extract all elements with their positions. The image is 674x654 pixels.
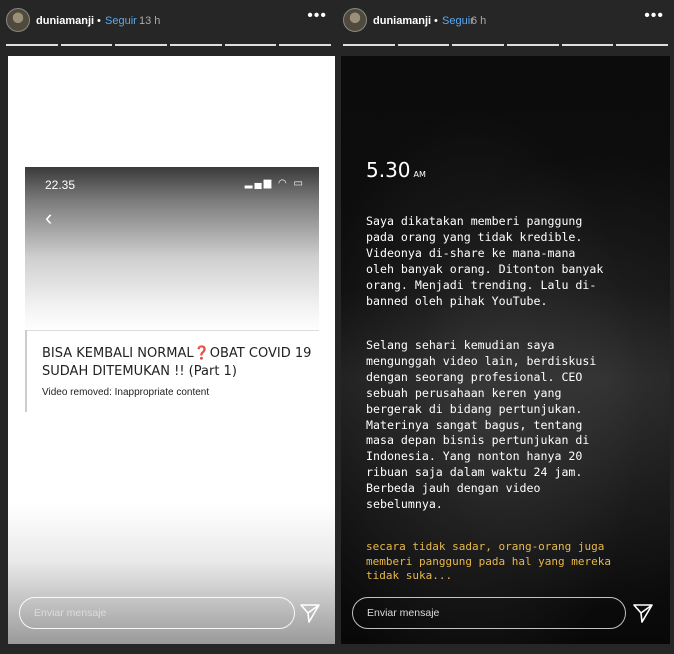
separator-dot: •: [97, 15, 101, 27]
story-panel-right[interactable]: duniamanji • Seguir 6 h ••• 5.30 AM Saya …: [339, 0, 672, 654]
follow-button[interactable]: Seguir: [105, 15, 137, 27]
video-status: Video removed: Inappropriate content: [42, 387, 210, 398]
paper-plane-send-icon[interactable]: [298, 601, 322, 625]
divider: [25, 330, 27, 412]
post-time: 13 h: [139, 15, 161, 27]
story-panel-left[interactable]: duniamanji • Seguir 13 h ••• 22.35 ▂▄▆ ◠…: [2, 0, 335, 654]
story-progress-bar: [343, 44, 669, 47]
time-sticker: 5.30 AM: [366, 158, 426, 182]
story-header: duniamanji • Seguir 13 h •••: [2, 0, 335, 46]
message-input[interactable]: [19, 597, 295, 629]
story-progress-bar: [6, 44, 332, 47]
chevron-left-icon: ‹: [45, 205, 53, 230]
message-input[interactable]: [352, 597, 626, 629]
post-time: 6 h: [471, 15, 487, 27]
more-options-icon[interactable]: •••: [644, 8, 664, 24]
story-content[interactable]: 22.35 ▂▄▆ ◠ ▭ ‹ BISA KEMBALI NORMAL❓OBAT…: [8, 56, 335, 644]
more-options-icon[interactable]: •••: [307, 8, 327, 24]
username[interactable]: duniamanji: [36, 15, 94, 27]
story-content[interactable]: 5.30 AM Saya dikatakan memberi panggung p…: [341, 56, 670, 644]
avatar[interactable]: [343, 8, 367, 32]
video-title: BISA KEMBALI NORMAL❓OBAT COVID 19 SUDAH …: [42, 346, 312, 379]
paper-plane-send-icon[interactable]: [631, 601, 655, 625]
phone-screenshot: 22.35 ▂▄▆ ◠ ▭ ‹ BISA KEMBALI NORMAL❓OBAT…: [25, 167, 319, 412]
phone-clock: 22.35: [45, 178, 76, 192]
username[interactable]: duniamanji: [373, 15, 431, 27]
time-sticker-suffix: AM: [413, 170, 426, 179]
story-header: duniamanji • Seguir 6 h •••: [339, 0, 672, 46]
follow-button[interactable]: Seguir: [442, 15, 474, 27]
story-caption-highlight: secara tidak sadar, orang-orang juga mem…: [366, 540, 612, 582]
separator-dot: •: [434, 15, 438, 27]
divider: [25, 330, 319, 331]
signal-wifi-battery-icons: ▂▄▆ ◠ ▭: [244, 178, 305, 189]
time-sticker-value: 5.30: [366, 158, 411, 182]
story-text-paragraph: Saya dikatakan memberi panggung pada ora…: [366, 214, 604, 308]
story-text-paragraph: Selang sehari kemudian saya mengunggah v…: [366, 338, 597, 512]
avatar[interactable]: [6, 8, 30, 32]
